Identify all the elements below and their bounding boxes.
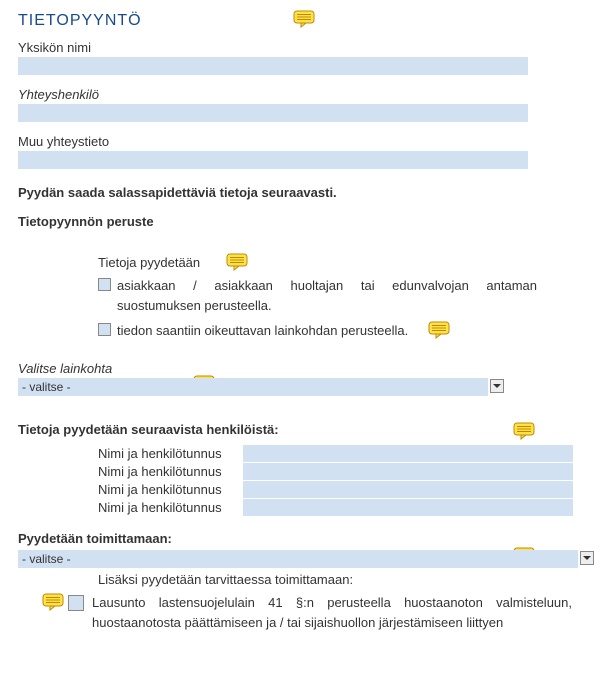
unit-name-label: Yksikön nimi <box>18 40 591 55</box>
chevron-down-icon[interactable] <box>490 379 504 393</box>
other-contact-input[interactable] <box>18 151 528 169</box>
statement-checkbox[interactable] <box>68 595 84 611</box>
person-name-id-input[interactable] <box>243 463 573 480</box>
chevron-down-icon[interactable] <box>580 551 594 565</box>
law-select-value: - valitse - <box>22 380 71 394</box>
consent-checkbox[interactable] <box>98 278 111 291</box>
comment-annotation-icon[interactable] <box>293 10 315 28</box>
person-name-id-input[interactable] <box>243 445 573 462</box>
person-row-label: Nimi ja henkilötunnus <box>98 464 243 479</box>
delivery-heading: Pyydetään toimittamaan: <box>18 531 591 546</box>
comment-annotation-icon[interactable] <box>226 253 248 271</box>
person-name-id-input[interactable] <box>243 499 573 516</box>
basis-prompt: Tietoja pyydetään <box>98 255 200 270</box>
other-contact-label: Muu yhteystieto <box>18 134 591 149</box>
comment-annotation-icon[interactable] <box>428 321 450 339</box>
law-select[interactable]: - valitse - <box>18 378 488 396</box>
person-row-label: Nimi ja henkilötunnus <box>98 446 243 461</box>
consent-option-text: asiakkaan / asiakkaan huoltajan tai edun… <box>117 276 537 315</box>
law-checkbox[interactable] <box>98 323 111 336</box>
person-row-label: Nimi ja henkilötunnus <box>98 482 243 497</box>
contact-person-label: Yhteyshenkilö <box>18 87 591 102</box>
person-row-label: Nimi ja henkilötunnus <box>98 500 243 515</box>
law-select-label: Valitse lainkohta <box>18 361 591 376</box>
comment-annotation-icon[interactable] <box>42 593 64 611</box>
person-name-id-input[interactable] <box>243 481 573 498</box>
unit-name-input[interactable] <box>18 57 528 75</box>
delivery-select[interactable]: - valitse - <box>18 550 578 568</box>
basis-heading: Tietopyynnön peruste <box>18 214 591 229</box>
delivery-select-value: - valitse - <box>22 552 71 566</box>
main-statement: Pyydän saada salassapidettäviä tietoja s… <box>18 185 591 200</box>
law-option-text: tiedon saantiin oikeuttavan lainkohdan p… <box>117 321 408 341</box>
statement-text: Lausunto lastensuojelulain 41 §:n perust… <box>92 593 572 635</box>
persons-heading: Tietoja pyydetään seuraavista henkilöist… <box>18 422 591 437</box>
contact-person-input[interactable] <box>18 104 528 122</box>
comment-annotation-icon[interactable] <box>513 422 535 440</box>
